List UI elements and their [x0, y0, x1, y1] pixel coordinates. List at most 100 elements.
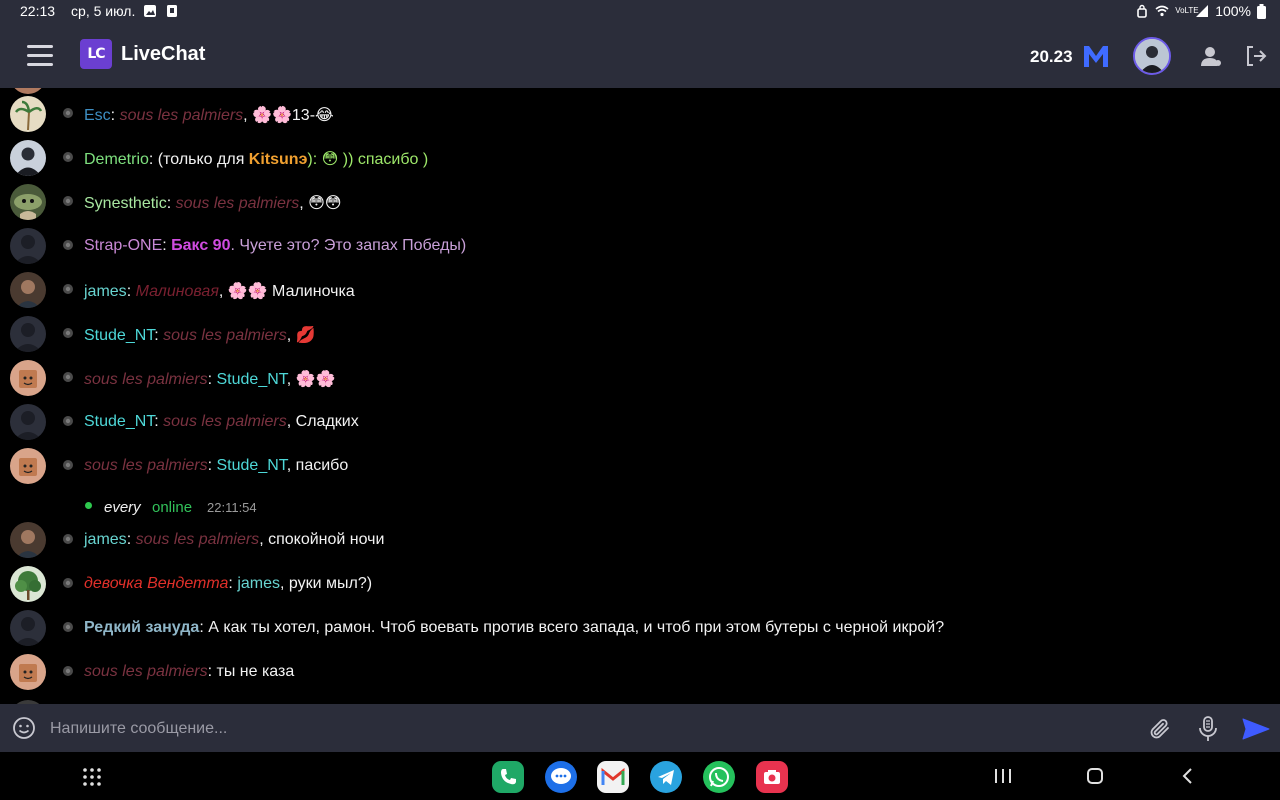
- phone-app-icon[interactable]: [492, 761, 524, 793]
- chat-message[interactable]: Strap-ONE: Бакс 90. Чуете это? Это запах…: [0, 224, 1280, 268]
- james-avatar[interactable]: [10, 522, 46, 558]
- message-part: ): 😳 )) спасибо ): [307, 151, 429, 168]
- chat-message[interactable]: Esc: sous les palmiers, 🌸🌸13-😂: [0, 92, 1280, 136]
- chat-message[interactable]: sous les palmiers: ты не каза: [0, 650, 1280, 694]
- james-avatar[interactable]: [10, 272, 46, 308]
- message-part: :: [207, 457, 217, 474]
- message-text: sous les palmiers: Stude_NT, пасибо: [84, 457, 348, 475]
- camera-app-icon[interactable]: [756, 761, 788, 793]
- author-name[interactable]: Synesthetic: [84, 195, 167, 212]
- message-part: :: [110, 107, 120, 124]
- message-part: Stude_NT: [216, 371, 287, 388]
- chat-message[interactable]: james: Малиновая, 🌸🌸 Малиночка: [0, 268, 1280, 312]
- chat-bubble-icon[interactable]: [62, 459, 74, 471]
- chat-bubble-icon[interactable]: [62, 665, 74, 677]
- message-text: Редкий зануда: А как ты хотел, рамон. Чт…: [84, 619, 944, 637]
- chat-bubble-icon[interactable]: [62, 577, 74, 589]
- chat-message[interactable]: james: sous les palmiers, спокойной ночи: [0, 518, 1280, 562]
- app-name: LiveChat: [121, 42, 206, 65]
- message-part: , 🌸🌸: [286, 371, 336, 388]
- message-input[interactable]: [48, 714, 1132, 744]
- profile-avatar[interactable]: [1133, 37, 1171, 75]
- chat-bubble-icon[interactable]: [62, 151, 74, 163]
- gmail-app-icon[interactable]: [597, 761, 629, 793]
- recent-apps-icon[interactable]: [994, 768, 1012, 784]
- message-part: :: [126, 531, 136, 548]
- yoda-avatar[interactable]: [10, 184, 46, 220]
- send-icon[interactable]: [1242, 718, 1270, 740]
- author-name[interactable]: sous les palmiers: [84, 457, 208, 474]
- chat-message-list[interactable]: every online 22:11:54 Esc: sous les palm…: [0, 88, 1280, 704]
- message-part: , спокойной ночи: [259, 531, 385, 548]
- tree-avatar[interactable]: [10, 566, 46, 602]
- chat-message[interactable]: Редкий зануда: А как ты хотел, рамон. Чт…: [0, 606, 1280, 650]
- message-part: :: [207, 371, 217, 388]
- chat-message[interactable]: девочка Вендетта: james, руки мыл?): [0, 562, 1280, 606]
- chat-bubble-icon[interactable]: [62, 533, 74, 545]
- chat-message[interactable]: sous les palmiers: Stude_NT, 🌸🌸: [0, 356, 1280, 400]
- messages-app-icon[interactable]: [545, 761, 577, 793]
- default-avatar[interactable]: [10, 610, 46, 646]
- author-name[interactable]: james: [84, 283, 127, 300]
- app-drawer-icon[interactable]: [83, 768, 101, 786]
- author-name[interactable]: Strap-ONE: [84, 237, 162, 254]
- author-name[interactable]: девочка Вендетта: [84, 575, 228, 592]
- default-avatar[interactable]: [10, 316, 46, 352]
- author-name[interactable]: Редкий зануда: [84, 619, 199, 636]
- emoji-icon[interactable]: [12, 716, 36, 740]
- message-part: :: [154, 413, 164, 430]
- author-name[interactable]: sous les palmiers: [84, 663, 208, 680]
- chat-message[interactable]: Demetrio: (только для Kitsunэ): 😳 )) спа…: [0, 136, 1280, 180]
- default-avatar[interactable]: [10, 228, 46, 264]
- message-part: , 💋: [286, 327, 316, 344]
- chat-bubble-icon[interactable]: [62, 195, 74, 207]
- box-avatar[interactable]: [10, 654, 46, 690]
- microphone-icon[interactable]: [1197, 716, 1219, 742]
- message-text: Stude_NT: sous les palmiers, 💋: [84, 325, 316, 345]
- network-label: VoLTE: [1175, 6, 1199, 15]
- home-icon[interactable]: [1086, 767, 1104, 785]
- paperclip-icon[interactable]: [1148, 717, 1172, 741]
- message-part: :: [162, 237, 172, 254]
- chat-message[interactable]: sous les palmiers: Stude_NT, пасибо: [0, 444, 1280, 488]
- message-part: , 😳😳: [299, 195, 342, 212]
- chat-bubble-icon[interactable]: [62, 283, 74, 295]
- app-logo[interactable]: LC LiveChat: [80, 39, 205, 69]
- chat-bubble-icon[interactable]: [62, 239, 74, 251]
- author-name[interactable]: james: [84, 531, 127, 548]
- author-name[interactable]: Esc: [84, 107, 111, 124]
- user-icon[interactable]: [1199, 44, 1223, 68]
- message-part: james: [237, 575, 280, 592]
- whatsapp-app-icon[interactable]: [703, 761, 735, 793]
- chat-bubble-icon[interactable]: [62, 371, 74, 383]
- m-currency-icon[interactable]: [1083, 44, 1109, 68]
- palm-tree-avatar[interactable]: [10, 96, 46, 132]
- chat-bubble-icon[interactable]: [62, 415, 74, 427]
- chat-message[interactable]: Synesthetic: sous les palmiers, 😳😳: [0, 180, 1280, 224]
- box-avatar[interactable]: [10, 360, 46, 396]
- chat-message[interactable]: Stude_NT: sous les palmiers, Сладких: [0, 400, 1280, 444]
- menu-button[interactable]: [27, 45, 53, 67]
- author-name[interactable]: Stude_NT: [84, 413, 154, 430]
- chat-bubble-icon[interactable]: [62, 107, 74, 119]
- system-navigation-bar: [0, 752, 1280, 800]
- balance-value[interactable]: 20.23: [1030, 47, 1073, 67]
- signal-icon: [1196, 5, 1209, 17]
- message-part: Stude_NT: [216, 457, 287, 474]
- chat-message[interactable]: Stude_NT: sous les palmiers, 💋: [0, 312, 1280, 356]
- telegram-app-icon[interactable]: [650, 761, 682, 793]
- back-icon[interactable]: [1180, 767, 1194, 785]
- logout-icon[interactable]: [1244, 44, 1268, 68]
- man-avatar[interactable]: [10, 140, 46, 176]
- chat-bubble-icon[interactable]: [62, 327, 74, 339]
- default-avatar[interactable]: [10, 404, 46, 440]
- event-user[interactable]: every: [104, 499, 141, 516]
- author-name[interactable]: Stude_NT: [84, 327, 154, 344]
- logo-mark: LC: [80, 39, 112, 69]
- message-text: Synesthetic: sous les palmiers, 😳😳: [84, 193, 341, 213]
- message-text: Demetrio: (только для Kitsunэ): 😳 )) спа…: [84, 149, 428, 169]
- chat-bubble-icon[interactable]: [62, 621, 74, 633]
- box-avatar[interactable]: [10, 448, 46, 484]
- author-name[interactable]: Demetrio: [84, 151, 149, 168]
- author-name[interactable]: sous les palmiers: [84, 371, 208, 388]
